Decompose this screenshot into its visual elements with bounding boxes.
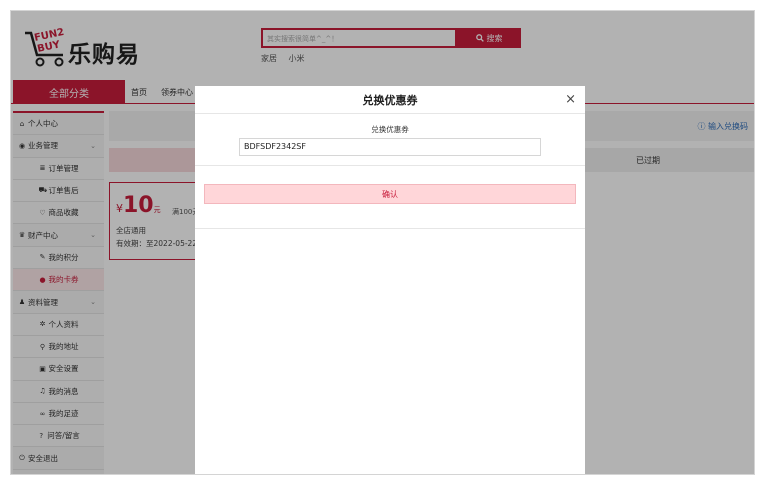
app-window: FUN2 BUY 乐购易 其实搜索很简单^_^！ 搜索 家居 小米 全部分类 首… [10, 10, 755, 475]
confirm-button[interactable]: 确认 [204, 184, 576, 204]
coupon-code-input[interactable]: BDFSDF2342SF [239, 138, 541, 156]
dialog-title: 兑换优惠券 [195, 86, 585, 114]
divider [195, 165, 585, 166]
close-icon[interactable]: × [565, 92, 576, 107]
coupon-code-label: 兑换优惠券 [371, 125, 409, 134]
redeem-coupon-dialog: 兑换优惠券 × 兑换优惠券 BDFSDF2342SF 确认 [195, 86, 585, 474]
divider [195, 228, 585, 229]
